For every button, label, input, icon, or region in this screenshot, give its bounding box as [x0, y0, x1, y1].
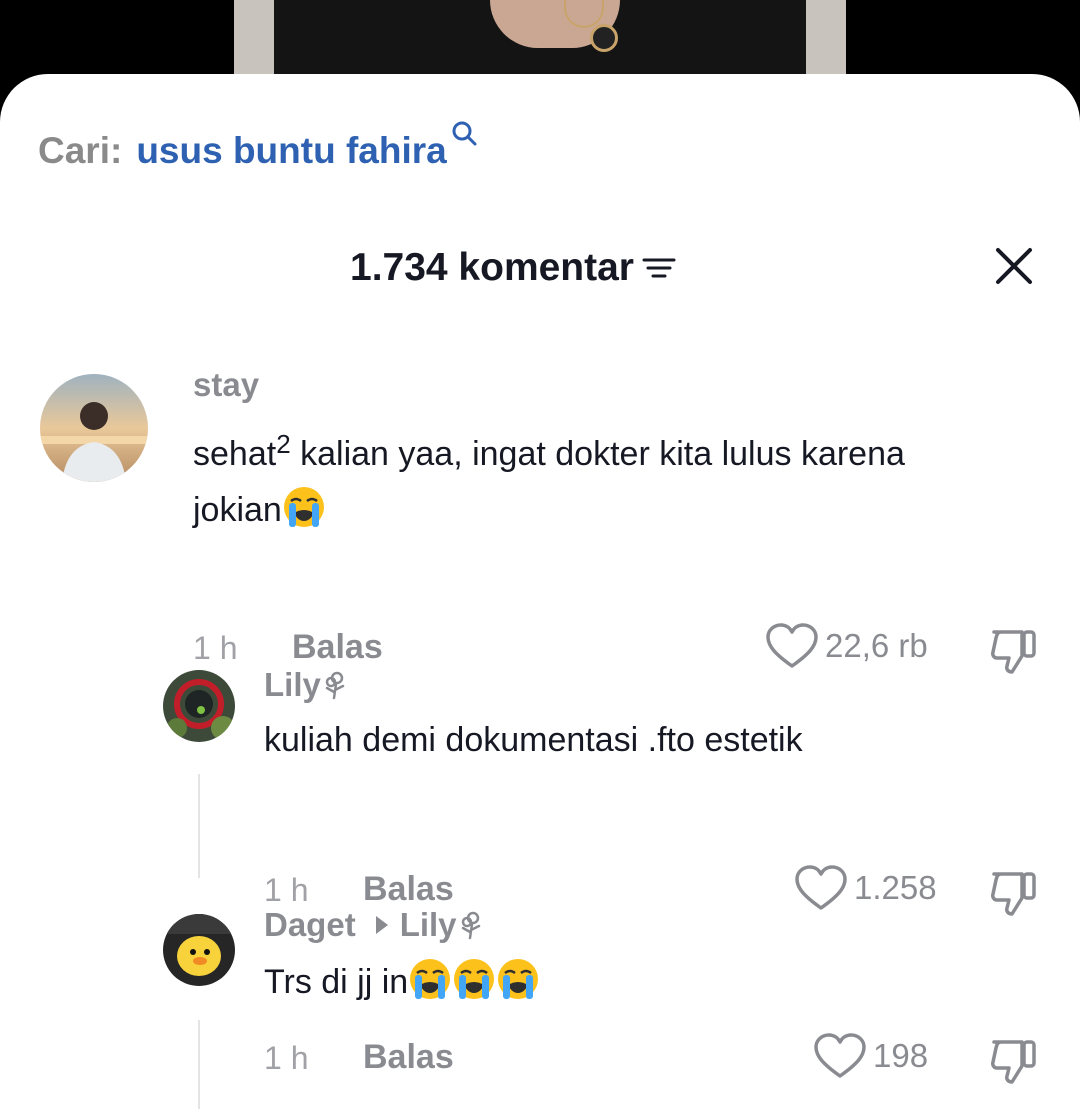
avatar[interactable]: [163, 670, 235, 742]
loudly-crying-face-icon: [498, 959, 539, 999]
comment-item: stay sehat2 kalian yaa, ingat dokter kit…: [0, 364, 1080, 674]
dislike-icon[interactable]: [988, 1036, 1040, 1088]
reply-time: 1 h: [264, 1040, 309, 1076]
reply-item: Daget Lily Trs di jj in 1 h Balas 198: [0, 904, 1080, 1109]
comment-text-main: sehat: [193, 435, 277, 473]
comments-header: 1.734 komentar: [0, 242, 1080, 298]
flower-icon: [325, 671, 345, 700]
comment-time: 1 h: [193, 630, 238, 666]
reply-username[interactable]: Daget Lily: [264, 906, 485, 944]
reply-to-username[interactable]: Lily: [400, 906, 457, 944]
loudly-crying-face-icon: [410, 959, 451, 999]
reply-username[interactable]: Lily: [264, 666, 349, 704]
like-count: 198: [873, 1037, 929, 1074]
reply-button[interactable]: Balas: [363, 1038, 454, 1077]
reply-username-text: Lily: [264, 666, 321, 703]
search-prefix: Cari:: [38, 130, 123, 171]
reply-text: Trs di jj in: [264, 954, 1044, 1010]
heart-icon: [766, 623, 818, 668]
search-icon[interactable]: [450, 119, 478, 147]
avatar[interactable]: [40, 374, 148, 482]
sort-icon[interactable]: [642, 254, 676, 282]
comment-text-superscript: 2: [276, 429, 291, 459]
loudly-crying-face-icon: [283, 487, 324, 527]
comment-username[interactable]: stay: [193, 366, 259, 404]
search-query[interactable]: usus buntu fahira: [136, 130, 446, 172]
reply-text: kuliah demi dokumentasi .fto estetik: [264, 721, 803, 759]
thread-line: [198, 1020, 200, 1109]
reply-item: Lily kuliah demi dokumentasi .fto esteti…: [0, 664, 1080, 916]
necklace-pendant: [590, 24, 618, 52]
comments-sheet: Cari: usus buntu fahira 1.734 komentar s…: [0, 74, 1080, 1109]
avatar[interactable]: [163, 914, 235, 986]
comment-text-line2: jokian: [193, 491, 282, 529]
reply-username-text: Daget: [264, 906, 356, 943]
close-icon[interactable]: [994, 246, 1034, 286]
heart-icon: [814, 1033, 866, 1078]
search-suggestion[interactable]: Cari: usus buntu fahira: [38, 121, 478, 172]
reply-button[interactable]: Balas: [292, 628, 383, 667]
reply-arrow-icon: [375, 916, 388, 934]
comment-text: sehat2 kalian yaa, ingat dokter kita lul…: [193, 416, 1053, 538]
comment-count: 1.734 komentar: [350, 246, 634, 289]
like-button[interactable]: 198: [813, 1032, 928, 1080]
like-count: 1.258: [854, 869, 937, 906]
like-count: 22,6 rb: [825, 627, 928, 664]
reply-text-main: Trs di jj in: [264, 963, 409, 1001]
like-button[interactable]: 22,6 rb: [765, 622, 928, 670]
thread-line: [198, 774, 200, 878]
comment-count-sort[interactable]: 1.734 komentar: [350, 246, 676, 290]
flower-icon: [461, 911, 480, 940]
comment-text-rest: kalian yaa, ingat dokter kita lulus kare…: [290, 435, 905, 473]
loudly-crying-face-icon: [454, 959, 495, 999]
